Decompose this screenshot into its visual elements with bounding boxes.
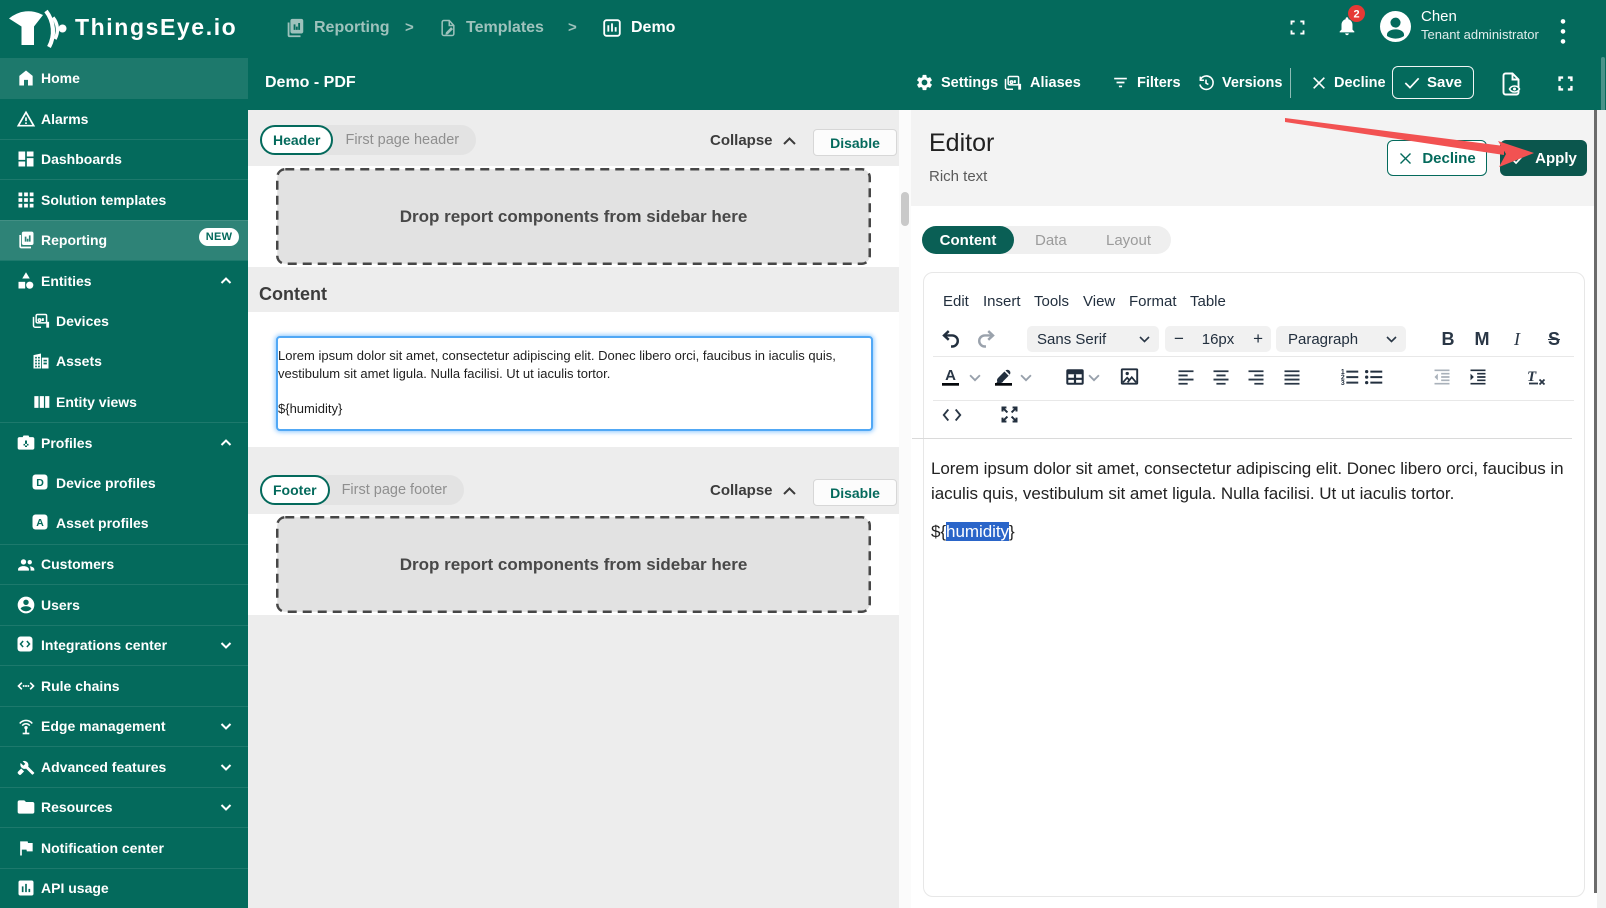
svg-text:D: D xyxy=(36,477,44,489)
svg-text:A: A xyxy=(945,367,956,384)
svg-text:A: A xyxy=(36,517,44,529)
svg-text:2: 2 xyxy=(1353,8,1359,20)
svg-text:3: 3 xyxy=(1341,380,1345,387)
